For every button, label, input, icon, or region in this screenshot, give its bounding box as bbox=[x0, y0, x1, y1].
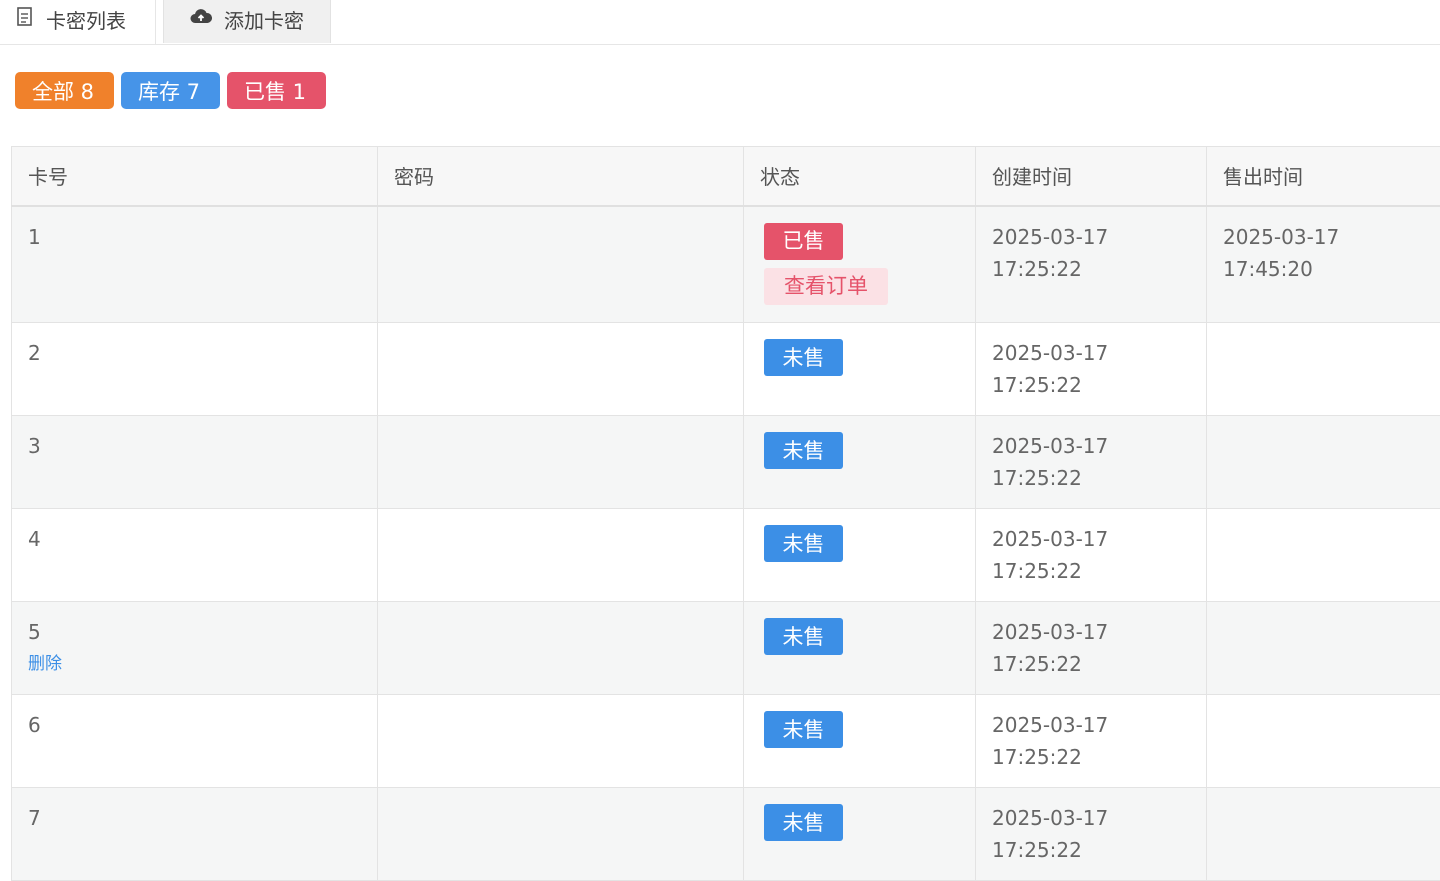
document-icon bbox=[16, 7, 34, 32]
status-cell: 未售 bbox=[744, 695, 976, 788]
created-clock: 17:25:22 bbox=[992, 648, 1206, 680]
status-badge: 未售 bbox=[764, 432, 843, 469]
created-time-cell: 2025-03-17 17:25:22 bbox=[976, 416, 1207, 509]
password-cell bbox=[378, 602, 744, 695]
created-clock: 17:25:22 bbox=[992, 741, 1206, 773]
created-time-cell: 2025-03-17 17:25:22 bbox=[976, 602, 1207, 695]
created-date: 2025-03-17 bbox=[992, 802, 1206, 834]
tab-add-card-label: 添加卡密 bbox=[224, 5, 304, 34]
status-badge: 未售 bbox=[764, 339, 843, 376]
status-cell: 未售 bbox=[744, 509, 976, 602]
view-order-button[interactable]: 查看订单 bbox=[764, 268, 888, 305]
card-no-cell: 2 bbox=[12, 323, 378, 416]
table-row: 5 删除 未售 2025-03-17 17:25:22 bbox=[12, 602, 1440, 695]
header-created-time: 创建时间 bbox=[976, 147, 1207, 206]
header-status: 状态 bbox=[744, 147, 976, 206]
delete-link[interactable]: 删除 bbox=[28, 653, 377, 675]
created-clock: 17:25:22 bbox=[992, 369, 1206, 401]
sold-time-cell bbox=[1207, 695, 1440, 788]
sold-time-cell bbox=[1207, 788, 1440, 881]
table-row: 6 未售 2025-03-17 17:25:22 bbox=[12, 695, 1440, 788]
status-cell: 未售 bbox=[744, 602, 976, 695]
card-no-cell: 4 bbox=[12, 509, 378, 602]
tab-add-card[interactable]: 添加卡密 bbox=[163, 0, 331, 43]
card-no-cell: 3 bbox=[12, 416, 378, 509]
sold-clock: 17:45:20 bbox=[1223, 253, 1440, 285]
table-row: 3 未售 2025-03-17 17:25:22 bbox=[12, 416, 1440, 509]
created-date: 2025-03-17 bbox=[992, 337, 1206, 369]
status-badge: 未售 bbox=[764, 804, 843, 841]
status-badge: 未售 bbox=[764, 711, 843, 748]
created-clock: 17:25:22 bbox=[992, 462, 1206, 494]
status-cell: 未售 bbox=[744, 788, 976, 881]
created-date: 2025-03-17 bbox=[992, 221, 1206, 253]
card-no-cell: 7 bbox=[12, 788, 378, 881]
password-cell bbox=[378, 788, 744, 881]
filter-sold-button[interactable]: 已售 1 bbox=[227, 72, 326, 109]
table-row: 4 未售 2025-03-17 17:25:22 bbox=[12, 509, 1440, 602]
sold-time-cell: 2025-03-17 17:45:20 bbox=[1207, 206, 1440, 323]
card-no-cell: 1 bbox=[12, 206, 378, 323]
created-time-cell: 2025-03-17 17:25:22 bbox=[976, 695, 1207, 788]
card-no-cell: 6 bbox=[12, 695, 378, 788]
created-date: 2025-03-17 bbox=[992, 616, 1206, 648]
created-date: 2025-03-17 bbox=[992, 430, 1206, 462]
card-no-cell: 5 删除 bbox=[12, 602, 378, 695]
created-time-cell: 2025-03-17 17:25:22 bbox=[976, 206, 1207, 323]
created-time-cell: 2025-03-17 17:25:22 bbox=[976, 509, 1207, 602]
created-clock: 17:25:22 bbox=[992, 834, 1206, 866]
table-header-row: 卡号 密码 状态 创建时间 售出时间 bbox=[12, 147, 1440, 206]
created-time-cell: 2025-03-17 17:25:22 bbox=[976, 788, 1207, 881]
password-cell bbox=[378, 416, 744, 509]
card-table: 卡号 密码 状态 创建时间 售出时间 1 已售 查看订单 2025-03-17 … bbox=[11, 146, 1440, 881]
sold-time-cell bbox=[1207, 416, 1440, 509]
status-badge: 未售 bbox=[764, 618, 843, 655]
password-cell bbox=[378, 509, 744, 602]
status-badge: 未售 bbox=[764, 525, 843, 562]
status-cell: 已售 查看订单 bbox=[744, 206, 976, 323]
created-date: 2025-03-17 bbox=[992, 523, 1206, 555]
created-date: 2025-03-17 bbox=[992, 709, 1206, 741]
status-cell: 未售 bbox=[744, 323, 976, 416]
password-cell bbox=[378, 206, 744, 323]
table-row: 1 已售 查看订单 2025-03-17 17:25:22 2025-03-17… bbox=[12, 206, 1440, 323]
header-sold-time: 售出时间 bbox=[1207, 147, 1440, 206]
table-row: 2 未售 2025-03-17 17:25:22 bbox=[12, 323, 1440, 416]
created-clock: 17:25:22 bbox=[992, 253, 1206, 285]
created-clock: 17:25:22 bbox=[992, 555, 1206, 587]
header-card-no: 卡号 bbox=[12, 147, 378, 206]
sold-time-cell bbox=[1207, 602, 1440, 695]
sold-time-cell bbox=[1207, 323, 1440, 416]
filter-stock-button[interactable]: 库存 7 bbox=[121, 72, 220, 109]
password-cell bbox=[378, 695, 744, 788]
created-time-cell: 2025-03-17 17:25:22 bbox=[976, 323, 1207, 416]
sold-time-cell bbox=[1207, 509, 1440, 602]
tab-card-list[interactable]: 卡密列表 bbox=[10, 0, 156, 44]
password-cell bbox=[378, 323, 744, 416]
filter-buttons: 全部 8 库存 7 已售 1 bbox=[15, 72, 326, 109]
table-row: 7 未售 2025-03-17 17:25:22 bbox=[12, 788, 1440, 881]
card-no: 5 bbox=[28, 620, 41, 644]
tab-bar: 卡密列表 添加卡密 bbox=[0, 0, 1440, 45]
sold-date: 2025-03-17 bbox=[1223, 221, 1440, 253]
status-badge: 已售 bbox=[764, 223, 843, 260]
header-password: 密码 bbox=[378, 147, 744, 206]
cloud-upload-icon bbox=[190, 7, 212, 31]
tab-card-list-label: 卡密列表 bbox=[46, 5, 126, 34]
filter-all-button[interactable]: 全部 8 bbox=[15, 72, 114, 109]
status-cell: 未售 bbox=[744, 416, 976, 509]
